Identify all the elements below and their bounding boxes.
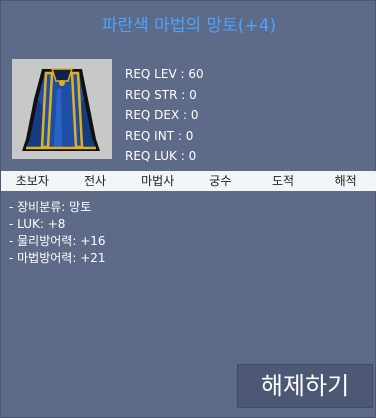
job-warrior: 전사 [83, 174, 107, 188]
stat-magic-defense: - 마법방어력: +21 [9, 251, 106, 265]
req-str: REQ STR : 0 [125, 87, 197, 102]
stat-category: - 장비분류: 망토 [9, 200, 92, 214]
requirements-list: REQ LEV : 60 REQ STR : 0 REQ DEX : 0 REQ… [125, 64, 204, 167]
item-tooltip-panel: 파란색 마법의 망토(+4) REQ LEV : 60 REQ STR : 0 … [0, 0, 376, 418]
job-beginner: 초보자 [15, 174, 49, 188]
req-int: REQ INT : 0 [125, 128, 194, 143]
job-bar: 초보자 전사 마법사 궁수 도적 해적 [1, 171, 376, 191]
req-dex: REQ DEX : 0 [125, 108, 199, 122]
job-thief: 도적 [271, 174, 295, 188]
item-title: 파란색 마법의 망토(+4) [101, 16, 277, 36]
req-luk: REQ LUK : 0 [125, 149, 197, 163]
blue-cape-icon [22, 68, 100, 151]
job-archer: 궁수 [209, 174, 232, 188]
item-icon-frame [12, 59, 112, 159]
req-level: REQ LEV : 60 [125, 67, 204, 81]
job-magician: 마법사 [141, 174, 175, 188]
stat-luk: - LUK: +8 [9, 217, 66, 231]
job-pirate: 해적 [334, 174, 357, 188]
item-stats: - 장비분류: 망토 - LUK: +8 - 물리방어력: +16 - 마법방어… [9, 199, 106, 267]
stat-physical-defense: - 물리방어력: +16 [9, 234, 106, 248]
release-button[interactable]: 해제하기 [237, 364, 373, 408]
